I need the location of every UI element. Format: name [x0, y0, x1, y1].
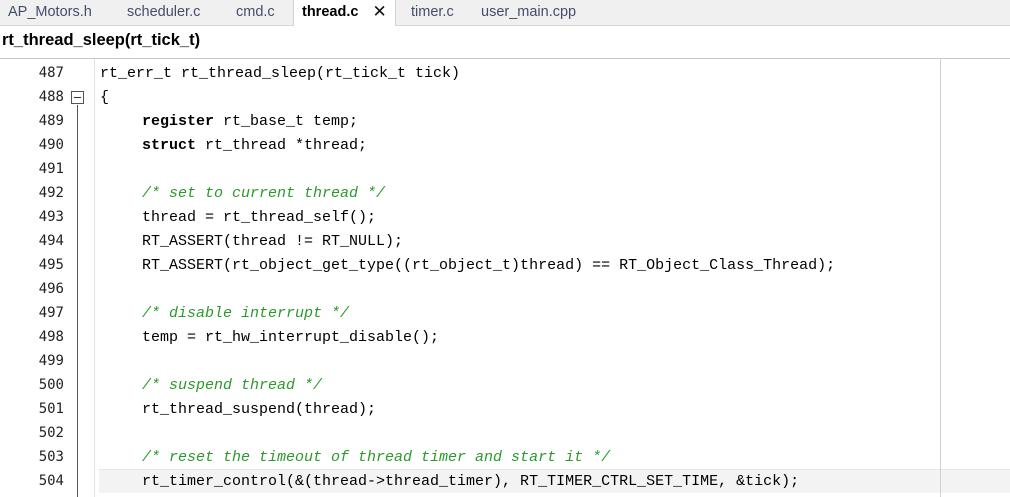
code-line: 502	[0, 421, 1010, 445]
tab-cmd-c[interactable]: cmd.c	[236, 0, 275, 25]
line-number: 495	[38, 257, 64, 273]
line-number: 489	[38, 113, 64, 129]
code-line: 487 rt_err_t rt_thread_sleep(rt_tick_t t…	[0, 61, 1010, 85]
line-number: 503	[38, 449, 64, 465]
tab-user-main-cpp[interactable]: user_main.cpp	[481, 0, 576, 25]
code-comment: /* set to current thread */	[142, 185, 386, 202]
tab-label: user_main.cpp	[481, 4, 577, 20]
code-text: thread = rt_thread_self();	[142, 209, 377, 226]
code-line: 490 struct rt_thread *thread;	[0, 133, 1010, 157]
line-number: 496	[38, 281, 64, 297]
code-editor[interactable]: 487 rt_err_t rt_thread_sleep(rt_tick_t t…	[0, 59, 1010, 497]
code-comment: /* suspend thread */	[142, 377, 323, 394]
tab-ap-motors-h[interactable]: AP_Motors.h	[8, 0, 92, 25]
tab-bar: AP_Motors.h scheduler.c cmd.c thread.c ✕…	[0, 0, 1010, 26]
line-number: 501	[38, 401, 64, 417]
code-line: 488 {	[0, 85, 1010, 109]
tab-thread-c[interactable]: thread.c ✕	[293, 0, 396, 26]
line-number: 502	[38, 425, 64, 441]
line-number: 488	[38, 89, 64, 105]
line-number: 493	[38, 209, 64, 225]
tab-label: thread.c	[302, 4, 359, 20]
code-line: 493 thread = rt_thread_self();	[0, 205, 1010, 229]
line-number: 487	[38, 65, 64, 81]
code-comment: /* reset the timeout of thread timer and…	[142, 449, 611, 466]
tab-label: timer.c	[411, 4, 454, 20]
code-line: 497 /* disable interrupt */	[0, 301, 1010, 325]
tab-timer-c[interactable]: timer.c	[411, 0, 454, 25]
fold-collapse-icon[interactable]	[71, 91, 84, 104]
tab-label: cmd.c	[236, 4, 275, 20]
line-number: 504	[38, 473, 64, 489]
code-line: 491	[0, 157, 1010, 181]
code-text: rt_err_t rt_thread_sleep(rt_tick_t tick)	[100, 65, 461, 82]
line-number: 494	[38, 233, 64, 249]
function-title: rt_thread_sleep(rt_tick_t)	[2, 31, 201, 49]
line-number: 499	[38, 353, 64, 369]
code-text: rt_thread_suspend(thread);	[142, 401, 377, 418]
code-text: struct rt_thread *thread;	[142, 137, 367, 154]
fold-guide-line	[77, 105, 78, 497]
line-number: 491	[38, 161, 64, 177]
tab-scheduler-c[interactable]: scheduler.c	[127, 0, 200, 25]
tab-label: AP_Motors.h	[8, 4, 92, 20]
line-number: 492	[38, 185, 64, 201]
code-comment: /* disable interrupt */	[142, 305, 350, 322]
close-icon[interactable]: ✕	[372, 0, 386, 24]
code-line: 503 /* reset the timeout of thread timer…	[0, 445, 1010, 469]
code-text: {	[100, 89, 110, 106]
code-rest: rt_thread *thread;	[196, 137, 368, 154]
keyword: struct	[142, 137, 197, 154]
tab-label: scheduler.c	[127, 4, 201, 20]
code-text: register rt_base_t temp;	[142, 113, 358, 130]
keyword: register	[142, 113, 215, 130]
code-line: 494 RT_ASSERT(thread != RT_NULL);	[0, 229, 1010, 253]
code-line: 500 /* suspend thread */	[0, 373, 1010, 397]
code-text: rt_timer_control(&(thread->thread_timer)…	[142, 473, 800, 490]
line-number: 500	[38, 377, 64, 393]
code-line: 496	[0, 277, 1010, 301]
code-line: 492 /* set to current thread */	[0, 181, 1010, 205]
line-number: 490	[38, 137, 64, 153]
code-rest: rt_base_t temp;	[214, 113, 359, 130]
line-number: 498	[38, 329, 64, 345]
code-text: temp = rt_hw_interrupt_disable();	[142, 329, 440, 346]
code-line: 501 rt_thread_suspend(thread);	[0, 397, 1010, 421]
code-line: 499	[0, 349, 1010, 373]
code-line: 489 register rt_base_t temp;	[0, 109, 1010, 133]
code-text: RT_ASSERT(thread != RT_NULL);	[142, 233, 404, 250]
current-code-line: 504 rt_timer_control(&(thread->thread_ti…	[0, 469, 1010, 493]
line-number: 497	[38, 305, 64, 321]
code-text: RT_ASSERT(rt_object_get_type((rt_object_…	[142, 257, 836, 274]
edge-ruler	[940, 59, 941, 497]
function-bar[interactable]: rt_thread_sleep(rt_tick_t)	[0, 26, 1010, 59]
code-line: 495 RT_ASSERT(rt_object_get_type((rt_obj…	[0, 253, 1010, 277]
code-line: 498 temp = rt_hw_interrupt_disable();	[0, 325, 1010, 349]
